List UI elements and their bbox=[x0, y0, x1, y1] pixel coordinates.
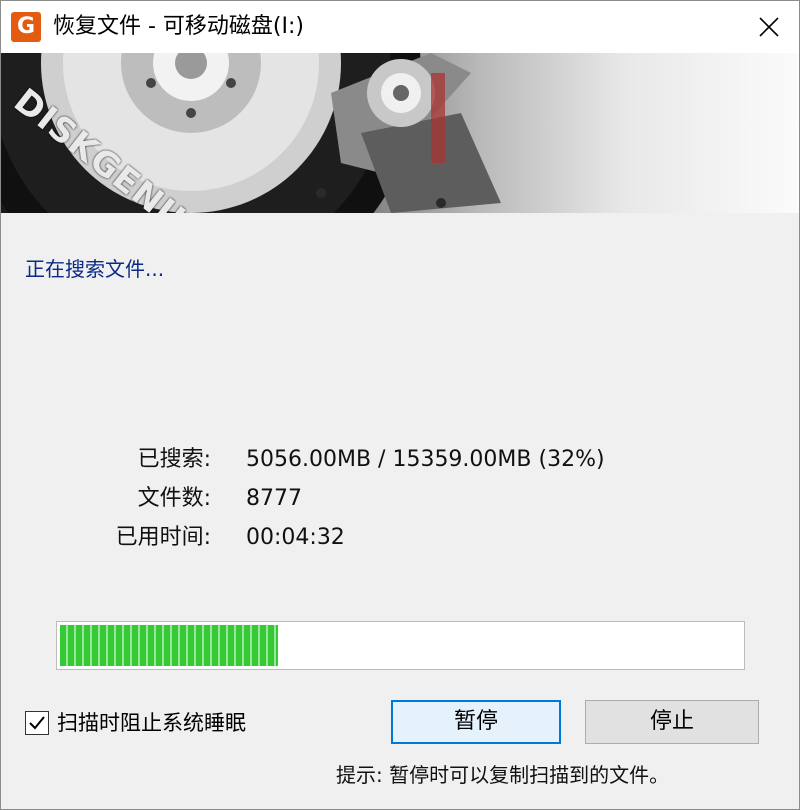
prevent-sleep-label: 扫描时阻止系统睡眠 bbox=[57, 711, 246, 735]
file-count-label: 文件数: bbox=[137, 486, 211, 511]
pause-button[interactable]: 暂停 bbox=[391, 700, 561, 744]
stop-button[interactable]: 停止 bbox=[585, 700, 759, 744]
diskgenius-app-icon: G bbox=[11, 12, 41, 42]
prevent-sleep-option[interactable]: 扫描时阻止系统睡眠 bbox=[25, 709, 246, 737]
recover-files-dialog: G 恢复文件 - 可移动磁盘(I:) DISKGENIUS 正在搜索文件... … bbox=[0, 0, 800, 810]
scan-progress-fill bbox=[60, 625, 278, 666]
app-icon-glyph: G bbox=[16, 14, 36, 39]
searched-label: 已搜索: bbox=[137, 447, 211, 472]
diskgenius-banner: DISKGENIUS bbox=[1, 53, 799, 213]
searched-value: 5056.00MB / 15359.00MB (32%) bbox=[246, 447, 605, 472]
search-status-text: 正在搜索文件... bbox=[25, 257, 165, 281]
scan-progress-bar bbox=[56, 621, 745, 670]
elapsed-time-value: 00:04:32 bbox=[246, 525, 345, 550]
prevent-sleep-checkbox[interactable] bbox=[25, 711, 49, 735]
title-bar: G 恢复文件 - 可移动磁盘(I:) bbox=[1, 1, 799, 53]
close-icon bbox=[759, 17, 779, 37]
checkmark-icon bbox=[29, 716, 45, 730]
hint-text: 提示: 暂停时可以复制扫描到的文件。 bbox=[336, 763, 670, 787]
window-title: 恢复文件 - 可移动磁盘(I:) bbox=[53, 14, 304, 39]
close-button[interactable] bbox=[746, 5, 792, 49]
file-count-value: 8777 bbox=[246, 486, 302, 511]
elapsed-time-label: 已用时间: bbox=[115, 525, 211, 550]
